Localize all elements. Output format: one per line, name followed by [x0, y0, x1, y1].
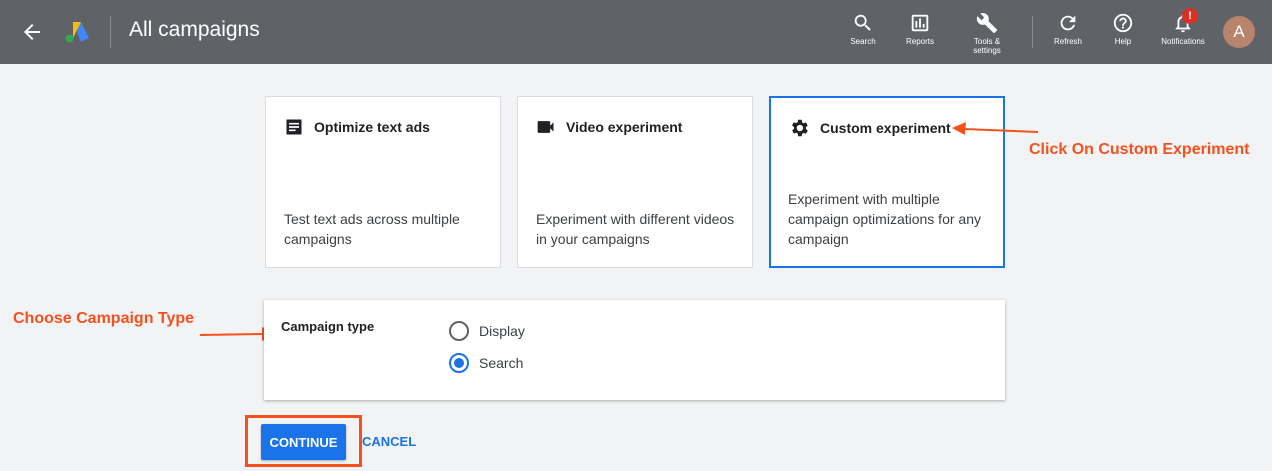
wrench-icon — [976, 13, 998, 34]
video-camera-icon — [537, 121, 554, 133]
card-description: Test text ads across multiple campaigns — [284, 211, 460, 247]
radio-label-search: Search — [479, 355, 524, 371]
notifications-tool-label: Notifications — [1161, 37, 1205, 46]
page-title: All campaigns — [129, 18, 260, 41]
radio-search[interactable] — [449, 353, 469, 373]
card-title: Custom experiment — [820, 120, 951, 136]
help-tool-label: Help — [1114, 37, 1132, 46]
card-video-experiment[interactable]: Video experiment Experiment with differe… — [517, 96, 753, 268]
card-title: Video experiment — [566, 119, 683, 135]
card-optimize-text-ads[interactable]: Optimize text ads Test text ads across m… — [265, 96, 501, 268]
header-divider-2 — [1032, 16, 1033, 48]
annotation-click-custom-experiment: Click On Custom Experiment — [1029, 141, 1250, 158]
refresh-tool-label: Refresh — [1053, 37, 1082, 46]
tools-settings-label-2: settings — [973, 46, 1001, 55]
top-app-bar: All campaigns Search Reports Tools & set… — [0, 0, 1272, 64]
avatar[interactable]: A — [1223, 16, 1255, 48]
search-tool-label: Search — [850, 37, 876, 46]
refresh-tool-button[interactable]: Refresh — [1051, 12, 1085, 46]
search-tool-button[interactable]: Search — [848, 12, 878, 46]
google-ads-logo-icon[interactable] — [64, 20, 90, 44]
annotation-arrow-left-icon — [952, 122, 1039, 135]
notifications-tool-button[interactable]: ! Notifications — [1157, 8, 1209, 46]
card-description: Experiment with multiple campaign optimi… — [788, 191, 981, 247]
search-icon — [854, 14, 871, 31]
annotation-choose-campaign-type: Choose Campaign Type — [13, 310, 195, 327]
notification-badge: ! — [1182, 8, 1198, 24]
help-icon — [1113, 13, 1133, 33]
campaign-type-panel: Campaign type Display Search — [264, 300, 1005, 400]
radio-option-display[interactable]: Display — [449, 321, 525, 341]
reports-tool-button[interactable]: Reports — [902, 12, 938, 46]
radio-label-display: Display — [479, 323, 525, 339]
reports-tool-label: Reports — [905, 37, 934, 46]
back-arrow-icon[interactable] — [20, 20, 44, 44]
radio-display[interactable] — [449, 321, 469, 341]
continue-button[interactable]: CONTINUE — [261, 424, 346, 460]
reports-icon — [911, 14, 929, 32]
cancel-button[interactable]: CANCEL — [362, 434, 416, 449]
header-divider — [110, 16, 111, 48]
tools-settings-button[interactable]: Tools & settings — [966, 12, 1008, 55]
card-title: Optimize text ads — [314, 119, 430, 135]
gear-icon — [792, 119, 808, 137]
tools-settings-label: Tools & — [973, 37, 1001, 46]
campaign-type-label: Campaign type — [281, 319, 375, 334]
radio-option-search[interactable]: Search — [449, 353, 523, 373]
help-tool-button[interactable]: Help — [1109, 12, 1137, 46]
text-ad-icon — [286, 119, 302, 135]
refresh-icon — [1060, 15, 1076, 31]
card-description: Experiment with different videos in your… — [536, 211, 735, 247]
